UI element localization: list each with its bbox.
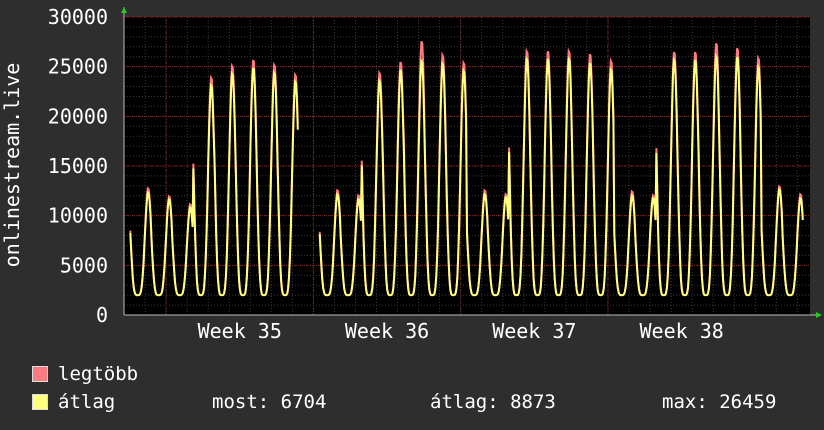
x-tick-label: Week 37 xyxy=(492,319,576,343)
x-axis-arrow-icon xyxy=(816,312,822,318)
chart-container: 0 5000 10000 15000 20000 25000 30000 Week 35 Wee… xyxy=(0,0,824,430)
legend-item-max: legtöbb xyxy=(32,363,138,385)
y-tick-label: 30000 xyxy=(48,5,108,29)
legend-label-max: legtöbb xyxy=(58,363,139,385)
stat-maximum: max: 26459 xyxy=(662,391,777,413)
y-tick-label: 25000 xyxy=(48,55,108,79)
y-tick-label: 10000 xyxy=(48,204,108,228)
y-tick-label: 0 xyxy=(96,303,108,327)
y-tick-label: 20000 xyxy=(48,104,108,128)
legend-label-avg: átlag xyxy=(58,391,116,413)
y-tick-label: 15000 xyxy=(48,154,108,178)
legend-item-avg: átlag xyxy=(32,391,115,413)
x-tick-label: Week 35 xyxy=(198,319,282,343)
traffic-chart: 0 5000 10000 15000 20000 25000 30000 Week 35 Wee… xyxy=(0,5,822,343)
stat-average: átlag: 8873 xyxy=(430,391,556,413)
x-tick-label: Week 38 xyxy=(639,319,723,343)
y-axis-arrow-icon xyxy=(121,7,127,13)
y-axis-title: onlinestream.live xyxy=(0,63,24,268)
x-tick-label: Week 36 xyxy=(345,319,429,343)
legend-swatch-max xyxy=(32,366,48,382)
stat-current: most: 6704 xyxy=(212,391,327,413)
legend-swatch-avg xyxy=(32,394,48,410)
y-tick-label: 5000 xyxy=(60,253,108,277)
